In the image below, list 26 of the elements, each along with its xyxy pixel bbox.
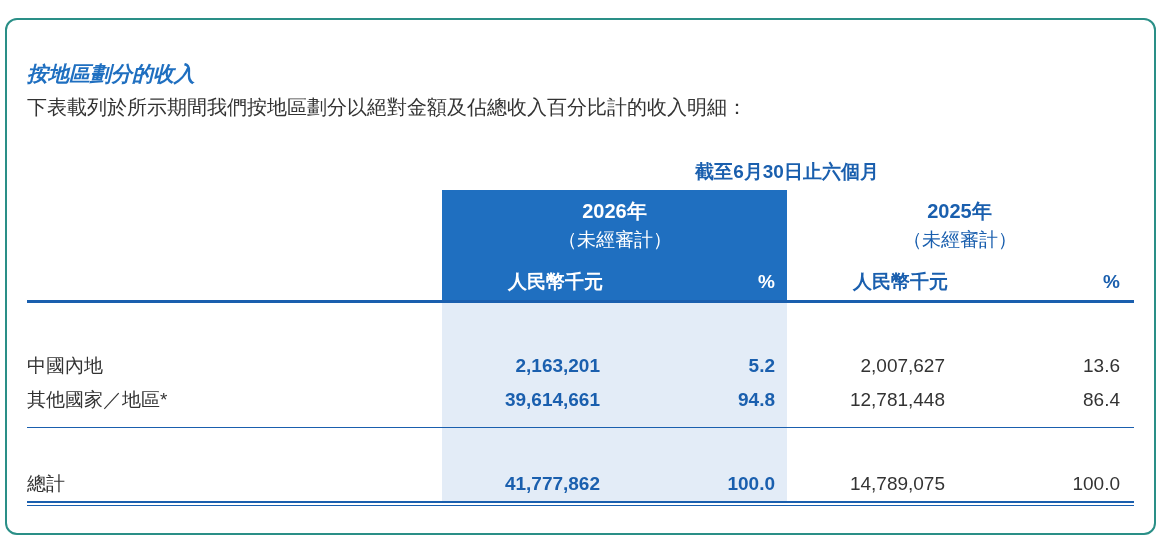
table-cell-text: 94.8 — [738, 387, 775, 412]
table-cell-text: 86.4 — [1083, 387, 1120, 412]
table-cell-text: 39,614,661 — [504, 387, 600, 412]
section-title: 按地區劃分的收入 — [27, 61, 196, 87]
table-cell-text: 14,789,075 — [849, 471, 945, 496]
year-label: 2025年 — [927, 199, 992, 224]
column-label: 人民幣千元 — [507, 270, 603, 294]
row-label: 其他國家／地區* — [27, 387, 169, 412]
year-label: 2026年 — [582, 199, 647, 224]
table-cell-text: 100.0 — [1072, 471, 1120, 496]
table-cell-text: 41,777,862 — [504, 471, 600, 496]
period-heading: 截至6月30日止六個月 — [695, 160, 879, 184]
audit-note: （未經審計） — [557, 228, 672, 252]
intro-text: 下表載列於所示期間我們按地區劃分以絕對金額及佔總收入百分比計的收入明細： — [27, 95, 748, 120]
column-label: 人民幣千元 — [852, 270, 948, 294]
row-label: 總計 — [27, 471, 66, 496]
table-cell-text: 12,781,448 — [849, 387, 945, 412]
column-label: % — [1103, 270, 1120, 294]
table-cell-text: 100.0 — [727, 471, 775, 496]
table-cell-text: 2,007,627 — [860, 353, 945, 378]
table-cell-text: 13.6 — [1083, 353, 1120, 378]
column-label: % — [758, 270, 775, 294]
table-cell-text: 5.2 — [748, 353, 775, 378]
audit-note: （未經審計） — [902, 228, 1017, 252]
row-label: 中國內地 — [27, 353, 104, 378]
table-cell-text: 2,163,201 — [515, 353, 600, 378]
